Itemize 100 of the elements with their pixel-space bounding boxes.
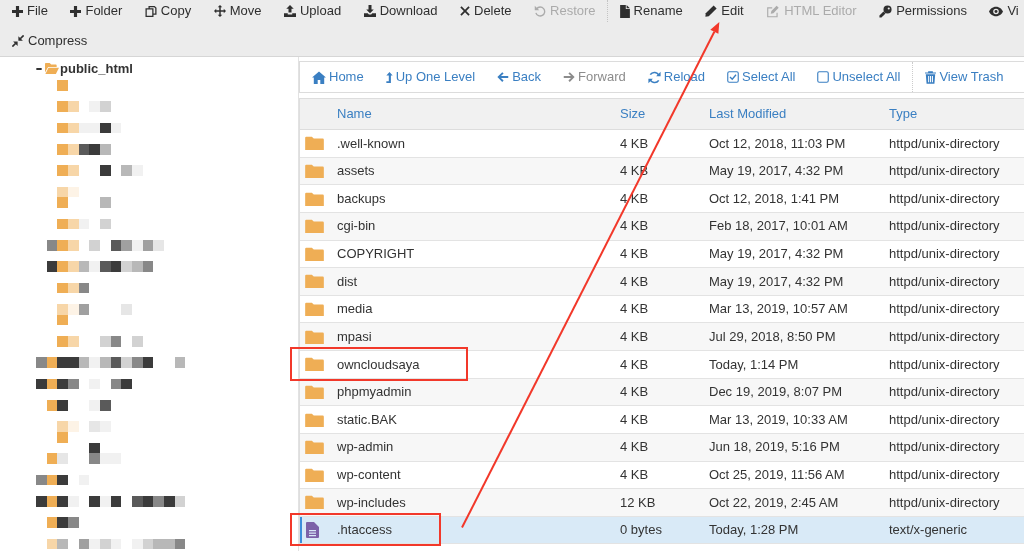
file-type: httpd/unix-directory bbox=[889, 384, 1000, 400]
navigation-link[interactable]: Unselect All bbox=[817, 69, 901, 85]
modified-date: Oct 12, 2018, 1:41 PM bbox=[709, 190, 840, 206]
file-name: media bbox=[337, 301, 373, 317]
trash-can-icon bbox=[925, 70, 937, 84]
file-size: 4 KB bbox=[620, 246, 649, 262]
level-up-arrow-icon bbox=[385, 70, 393, 84]
toolbar-button[interactable]: Delete bbox=[460, 3, 512, 19]
pixelated-tree-item-drawing bbox=[46, 400, 111, 411]
plus-icon bbox=[70, 5, 82, 17]
column-header[interactable]: Size bbox=[620, 106, 646, 122]
file-name: wp-includes bbox=[337, 494, 406, 510]
file-row[interactable]: wp-admin 4 KB Jun 18, 2019, 5:16 PM httpd/unix-directory bbox=[300, 433, 1024, 462]
toolbar-button[interactable]: Move bbox=[213, 3, 262, 19]
file-size: 4 KB bbox=[620, 356, 649, 372]
modified-date: Jul 29, 2018, 8:50 PM bbox=[709, 328, 836, 344]
file-row[interactable]: wp-includes 12 KB Oct 22, 2019, 2:45 AM httpd/unix-directory bbox=[300, 489, 1024, 517]
navigation-link[interactable]: Select All bbox=[727, 69, 796, 85]
pixelated-tree-item-drawing bbox=[56, 122, 121, 134]
tree-item-label[interactable]: public_html bbox=[60, 60, 133, 77]
file-row[interactable]: dist 4 KB May 19, 2017, 4:32 PM httpd/unix-directory bbox=[300, 268, 1024, 296]
key-icon bbox=[879, 4, 893, 18]
modified-date: May 19, 2017, 4:32 PM bbox=[709, 273, 844, 289]
toolbar-button[interactable]: Download bbox=[363, 3, 438, 19]
toolbar-button[interactable]: Rename bbox=[619, 3, 683, 19]
file-size: 4 KB bbox=[620, 218, 649, 234]
column-header[interactable]: Type bbox=[889, 106, 918, 122]
file-name: owncloudsaya bbox=[337, 356, 420, 372]
toolbar-button[interactable]: Edit bbox=[705, 3, 744, 19]
folder-icon bbox=[305, 412, 324, 427]
folder-icon bbox=[305, 219, 324, 234]
file-size: 4 KB bbox=[620, 273, 649, 289]
folder-icon bbox=[305, 357, 324, 372]
file-row[interactable]: cgi-bin 4 KB Feb 18, 2017, 10:01 AM httpd/unix-directory bbox=[300, 212, 1024, 241]
pixelated-tree-item-drawing bbox=[46, 517, 79, 528]
file-type: httpd/unix-directory bbox=[889, 190, 1000, 206]
file-size: 4 KB bbox=[620, 328, 649, 344]
column-header[interactable]: Name bbox=[337, 106, 372, 122]
modified-date: Dec 19, 2019, 8:07 PM bbox=[709, 384, 842, 400]
file-type: text/x-generic bbox=[889, 522, 968, 538]
folder-icon bbox=[305, 246, 324, 261]
file-size: 4 KB bbox=[620, 135, 649, 151]
folder-icon bbox=[305, 495, 324, 510]
circular-arrows-icon bbox=[647, 70, 661, 84]
modified-date: Oct 22, 2019, 2:45 AM bbox=[709, 494, 839, 510]
folder-icon bbox=[305, 136, 324, 151]
file-row[interactable]: mpasi 4 KB Jul 29, 2018, 8:50 PM httpd/unix-directory bbox=[300, 323, 1024, 351]
pixelated-tree-item-drawing bbox=[56, 186, 111, 208]
four-way-arrow-icon bbox=[213, 5, 226, 17]
circular-arrow-icon bbox=[534, 5, 547, 17]
pencil-square-icon bbox=[766, 4, 781, 18]
folder-icon bbox=[305, 467, 324, 482]
plus-icon bbox=[12, 5, 23, 17]
modified-date: Mar 13, 2019, 10:33 AM bbox=[709, 411, 848, 427]
file-size: 4 KB bbox=[620, 411, 649, 427]
modified-date: Oct 25, 2019, 11:56 AM bbox=[709, 467, 845, 483]
file-name: dist bbox=[337, 273, 358, 289]
file-size: 4 KB bbox=[620, 439, 649, 455]
modified-date: Feb 18, 2017, 10:01 AM bbox=[709, 218, 848, 234]
document-icon bbox=[306, 522, 319, 539]
right-arrow-icon bbox=[563, 71, 576, 83]
house-icon bbox=[312, 70, 326, 84]
pixelated-tree-item-drawing bbox=[35, 474, 89, 486]
column-header[interactable]: Last Modified bbox=[709, 106, 787, 122]
toolbar-button[interactable]: Folder bbox=[70, 3, 123, 19]
file-row[interactable]: .htaccess 0 bytes Today, 1:28 PM text/x-generic bbox=[300, 516, 1024, 545]
toolbar-button[interactable]: Permissions bbox=[879, 3, 967, 19]
file-name: cgi-bin bbox=[337, 218, 376, 234]
file-row[interactable]: phpmyadmin 4 KB Dec 19, 2019, 8:07 PM httpd/unix-directory bbox=[300, 378, 1024, 407]
modified-date: Oct 12, 2018, 11:03 PM bbox=[709, 135, 846, 151]
file-type: httpd/unix-directory bbox=[889, 301, 1000, 317]
folder-icon bbox=[305, 329, 324, 344]
navigation-link[interactable]: View Trash bbox=[925, 69, 1004, 85]
folder-icon bbox=[305, 302, 324, 317]
folder-icon bbox=[305, 440, 324, 455]
checked-box-icon bbox=[727, 71, 739, 83]
toolbar-button[interactable]: Vi bbox=[989, 3, 1019, 19]
file-type: httpd/unix-directory bbox=[889, 163, 1000, 179]
modified-date: Jun 18, 2019, 5:16 PM bbox=[709, 439, 840, 455]
modified-date: Today, 1:14 PM bbox=[709, 356, 799, 372]
file-size: 4 KB bbox=[620, 190, 649, 206]
file-name: COPYRIGHT bbox=[337, 246, 415, 262]
file-type: httpd/unix-directory bbox=[889, 328, 1000, 344]
modified-date: May 19, 2017, 4:32 PM bbox=[709, 163, 844, 179]
toolbar-button[interactable]: Compress bbox=[12, 33, 88, 49]
navigation-link[interactable]: Back bbox=[497, 69, 542, 85]
file-type: httpd/unix-directory bbox=[889, 411, 1000, 427]
pixelated-tree-item-drawing bbox=[56, 144, 111, 155]
pixelated-tree-item-drawing bbox=[56, 421, 111, 443]
pixelated-tree-item-drawing bbox=[56, 282, 89, 294]
navigation-link[interactable]: Up One Level bbox=[385, 69, 476, 85]
toolbar-button[interactable]: File bbox=[12, 3, 48, 19]
file-size: 12 KB bbox=[620, 494, 656, 510]
pixelated-tree-item-drawing bbox=[56, 218, 111, 230]
modified-date: May 19, 2017, 4:32 PM bbox=[709, 246, 844, 262]
navigation-link[interactable]: Home bbox=[312, 69, 364, 85]
left-arrow-icon bbox=[497, 71, 510, 83]
toolbar-button[interactable]: Copy bbox=[144, 3, 192, 19]
file-name: wp-content bbox=[337, 467, 401, 483]
toolbar-button[interactable]: Upload bbox=[283, 3, 342, 19]
